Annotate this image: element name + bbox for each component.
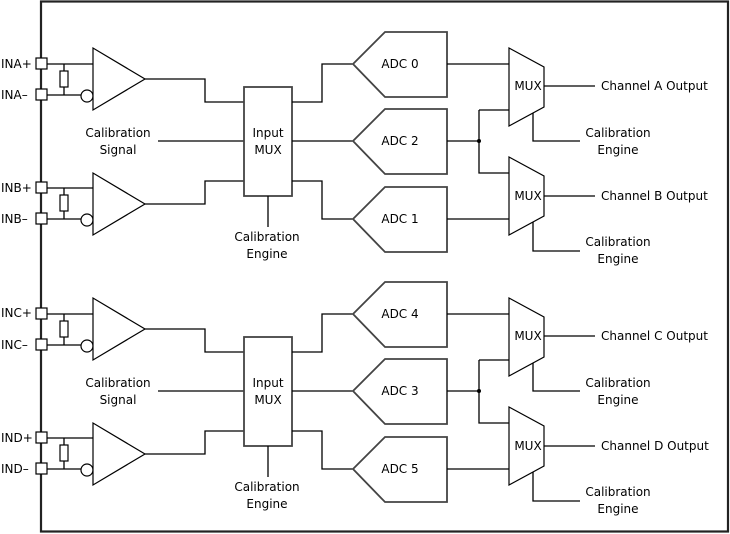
input-channel-c: INC+ INC– bbox=[1, 296, 147, 362]
pin-label-inc-pos: INC+ bbox=[1, 306, 32, 320]
adc-1-label: ADC 1 bbox=[381, 212, 418, 226]
mux-d-cal-engine-label-2: Engine bbox=[597, 502, 638, 516]
mux-a-cal-engine-label-1: Calibration bbox=[585, 126, 650, 140]
channel-c-output-label: Channel C Output bbox=[601, 329, 708, 343]
output-mux-d-label: MUX bbox=[514, 439, 541, 453]
pin-label-ind-neg: IND– bbox=[1, 462, 29, 476]
cal-engine-label-ab-1: Calibration bbox=[234, 230, 299, 244]
wire-mux-to-adc0 bbox=[292, 63, 353, 103]
pin-label-ind-pos: IND+ bbox=[1, 431, 33, 445]
cal-signal-label-cd-1: Calibration bbox=[85, 376, 150, 390]
inverting-bubble-c bbox=[80, 339, 94, 353]
amplifier-b bbox=[92, 171, 147, 237]
cal-signal-label-ab-1: Calibration bbox=[85, 126, 150, 140]
junction-dot-cd bbox=[477, 389, 481, 393]
input-channel-d: IND+ IND– bbox=[1, 421, 147, 487]
inverting-bubble-b bbox=[80, 213, 94, 227]
pin-inb-pos bbox=[35, 181, 48, 194]
wire-amp-c-to-mux bbox=[145, 328, 244, 353]
group-ab: INA+ INA– INB+ INB– Calibration Signal I… bbox=[1, 31, 708, 266]
pin-inb-neg bbox=[35, 212, 48, 225]
input-mux-label-cd-2: MUX bbox=[254, 393, 281, 407]
channel-b-output-label: Channel B Output bbox=[601, 189, 708, 203]
amplifier-d bbox=[92, 421, 147, 487]
mux-c-cal-engine-label-2: Engine bbox=[597, 393, 638, 407]
pin-label-inb-neg: INB– bbox=[1, 212, 28, 226]
output-mux-b-label: MUX bbox=[514, 189, 541, 203]
adc-0-label: ADC 0 bbox=[381, 57, 418, 71]
output-mux-a-label: MUX bbox=[514, 79, 541, 93]
pin-label-ina-pos: INA+ bbox=[1, 57, 32, 71]
termination-resistor-b bbox=[59, 194, 69, 212]
adc-5-label: ADC 5 bbox=[381, 462, 418, 476]
adc-block-diagram: INA+ INA– INB+ INB– Calibration Signal I… bbox=[1, 0, 730, 533]
pin-label-inc-neg: INC– bbox=[1, 338, 28, 352]
cal-signal-label-cd-2: Signal bbox=[100, 393, 137, 407]
wire-mux-b-cal bbox=[532, 222, 580, 252]
cal-engine-label-cd-2: Engine bbox=[246, 497, 287, 511]
termination-resistor-c bbox=[59, 320, 69, 338]
wire-mux-to-adc1 bbox=[292, 180, 353, 220]
pin-inc-pos bbox=[35, 307, 48, 320]
input-mux-label-ab-1: Input bbox=[252, 126, 283, 140]
junction-dot-ab bbox=[477, 139, 481, 143]
adc-2-label: ADC 2 bbox=[381, 134, 418, 148]
cal-engine-label-cd-1: Calibration bbox=[234, 480, 299, 494]
mux-b-cal-engine-label-1: Calibration bbox=[585, 235, 650, 249]
wire-amp-a-to-mux bbox=[145, 78, 244, 103]
adc-4-label: ADC 4 bbox=[381, 307, 418, 321]
cal-engine-label-ab-2: Engine bbox=[246, 247, 287, 261]
inverting-bubble-d bbox=[80, 463, 94, 477]
mux-d-cal-engine-label-1: Calibration bbox=[585, 485, 650, 499]
input-mux-cd bbox=[243, 336, 293, 447]
pin-label-ina-neg: INA– bbox=[1, 88, 28, 102]
mux-b-cal-engine-label-2: Engine bbox=[597, 252, 638, 266]
pin-ind-neg bbox=[35, 462, 48, 475]
channel-a-output-label: Channel A Output bbox=[601, 79, 708, 93]
wire-mux-a-cal bbox=[532, 113, 580, 142]
output-mux-c-label: MUX bbox=[514, 329, 541, 343]
wire-mux-to-adc5 bbox=[292, 430, 353, 470]
mux-c-cal-engine-label-1: Calibration bbox=[585, 376, 650, 390]
wire-mux-d-cal bbox=[532, 472, 580, 502]
input-mux-ab bbox=[243, 86, 293, 197]
mux-a-cal-engine-label-2: Engine bbox=[597, 143, 638, 157]
pin-inc-neg bbox=[35, 338, 48, 351]
pin-ina-neg bbox=[35, 88, 48, 101]
amplifier-a bbox=[92, 46, 147, 112]
termination-resistor-d bbox=[59, 444, 69, 462]
cal-signal-label-ab-2: Signal bbox=[100, 143, 137, 157]
input-channel-a: INA+ INA– bbox=[1, 46, 147, 112]
inverting-bubble-a bbox=[80, 89, 94, 103]
wire-amp-d-to-mux bbox=[145, 430, 244, 455]
wire-amp-b-to-mux bbox=[145, 180, 244, 205]
input-mux-label-ab-2: MUX bbox=[254, 143, 281, 157]
amplifier-c bbox=[92, 296, 147, 362]
pin-label-inb-pos: INB+ bbox=[1, 181, 32, 195]
termination-resistor-a bbox=[59, 70, 69, 88]
wire-mux-to-adc4 bbox=[292, 313, 353, 353]
pin-ind-pos bbox=[35, 431, 48, 444]
wire-mux-c-cal bbox=[532, 363, 580, 392]
pin-ina-pos bbox=[35, 57, 48, 70]
adc-3-label: ADC 3 bbox=[381, 384, 418, 398]
input-mux-label-cd-1: Input bbox=[252, 376, 283, 390]
group-cd: INC+ INC– IND+ IND– Calibration Signal I… bbox=[1, 281, 709, 516]
input-channel-b: INB+ INB– bbox=[1, 171, 147, 237]
channel-d-output-label: Channel D Output bbox=[601, 439, 709, 453]
